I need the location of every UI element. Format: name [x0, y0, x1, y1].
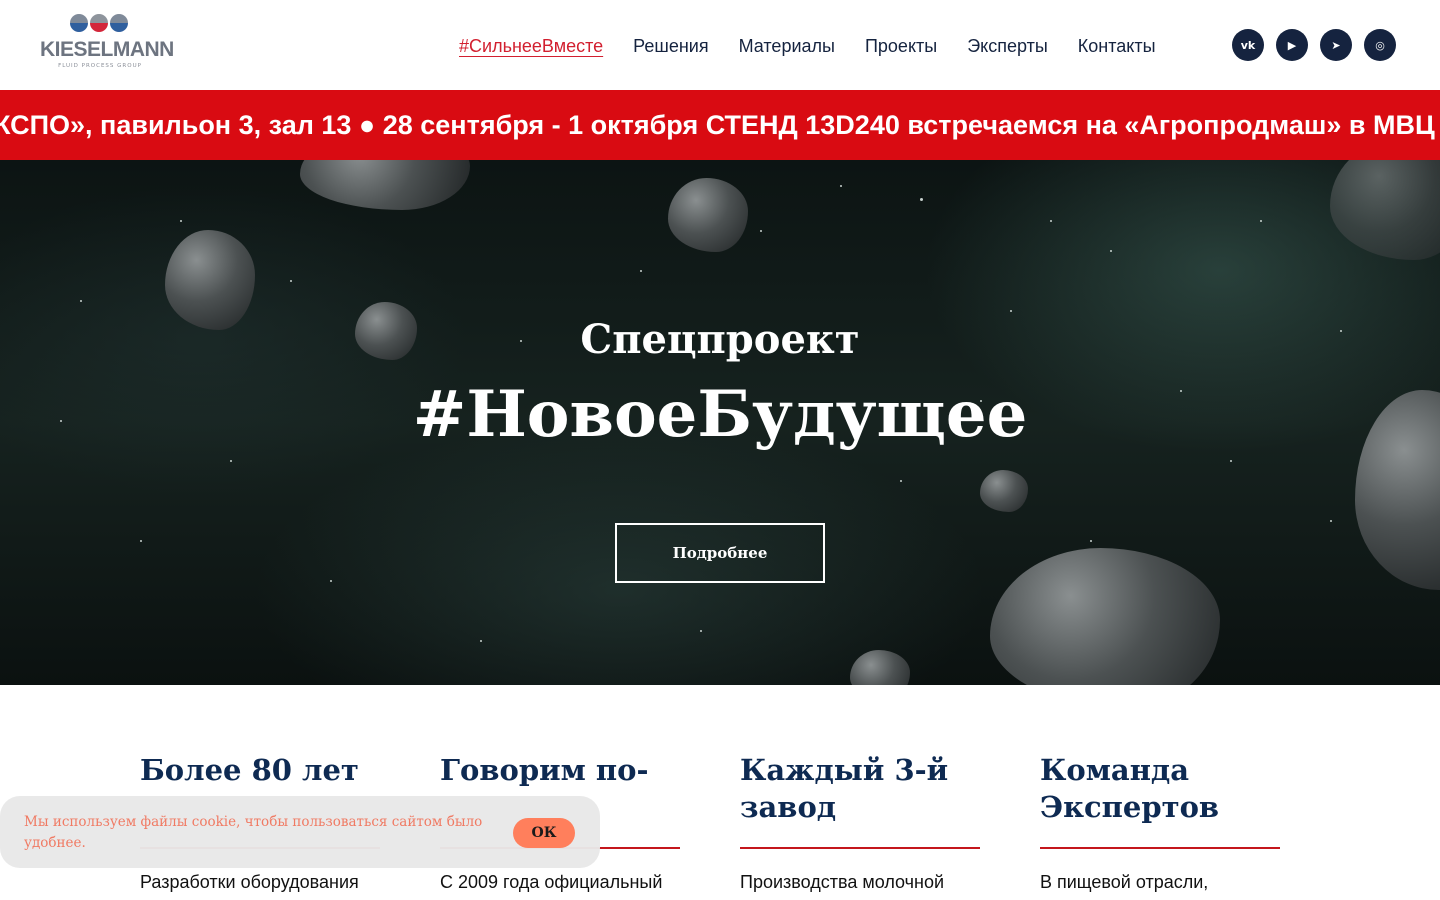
feature-card: Каждый 3-й завод Производства молочной: [740, 752, 980, 892]
nav-item-experts[interactable]: Эксперты: [967, 33, 1048, 59]
cookie-accept-button[interactable]: ОК: [513, 818, 575, 848]
logo-tagline: FLUID PROCESS GROUP: [58, 63, 142, 69]
announcement-ticker: КСПО», павильон 3, зал 13 ● 28 сентября …: [0, 90, 1440, 160]
logo[interactable]: KIESELMANN FLUID PROCESS GROUP: [40, 14, 174, 72]
feature-title: Говорим по-: [440, 753, 649, 787]
feature-text: Разработки оборудования: [140, 872, 359, 892]
nav-item-projects[interactable]: Проекты: [865, 33, 937, 59]
feature-card: Команда Экспертов В пищевой отрасли,: [1040, 752, 1280, 892]
feature-card: Говорим по- С 2009 года официальный: [440, 752, 680, 892]
hero-subtitle: Спецпроект: [580, 316, 860, 363]
nav-item-contacts[interactable]: Контакты: [1078, 33, 1156, 59]
telegram-icon[interactable]: ➤: [1320, 29, 1352, 61]
hero-title: #НовоеБудущее: [412, 377, 1028, 452]
vk-icon[interactable]: vk: [1232, 29, 1264, 61]
feature-text: С 2009 года официальный: [440, 872, 663, 892]
cookie-banner: Мы используем файлы cookie, чтобы пользо…: [0, 796, 600, 868]
cookie-text: Мы используем файлы cookie, чтобы пользо…: [24, 814, 483, 851]
feature-divider: [740, 847, 980, 849]
youtube-icon[interactable]: ▶: [1276, 29, 1308, 61]
feature-divider: [1040, 847, 1280, 849]
site-header: KIESELMANN FLUID PROCESS GROUP #СильнееВ…: [0, 0, 1440, 90]
feature-text: В пищевой отрасли,: [1040, 872, 1209, 892]
feature-title: Команда Экспертов: [1040, 753, 1220, 824]
nav-item-stronger-together[interactable]: #СильнееВместе: [459, 33, 603, 59]
hero-banner: Спецпроект #НовоеБудущее Подробнее: [0, 160, 1440, 685]
logo-name: KIESELMANN: [40, 38, 174, 61]
nav-item-solutions[interactable]: Решения: [633, 33, 708, 59]
ticker-text: КСПО», павильон 3, зал 13 ● 28 сентября …: [0, 110, 1435, 140]
chat-icon[interactable]: ◎: [1364, 29, 1396, 61]
more-button[interactable]: Подробнее: [615, 523, 825, 583]
logo-mark: [70, 14, 130, 34]
nav-item-materials[interactable]: Материалы: [739, 33, 835, 59]
main-nav: #СильнееВместе Решения Материалы Проекты…: [459, 33, 1186, 59]
feature-text: Производства молочной: [740, 872, 945, 892]
feature-card: Более 80 лет Разработки оборудования: [140, 752, 380, 892]
feature-title: Более 80 лет: [140, 753, 359, 787]
feature-title: Каждый 3-й завод: [740, 753, 949, 824]
social-links: vk ▶ ➤ ◎: [1232, 29, 1408, 61]
